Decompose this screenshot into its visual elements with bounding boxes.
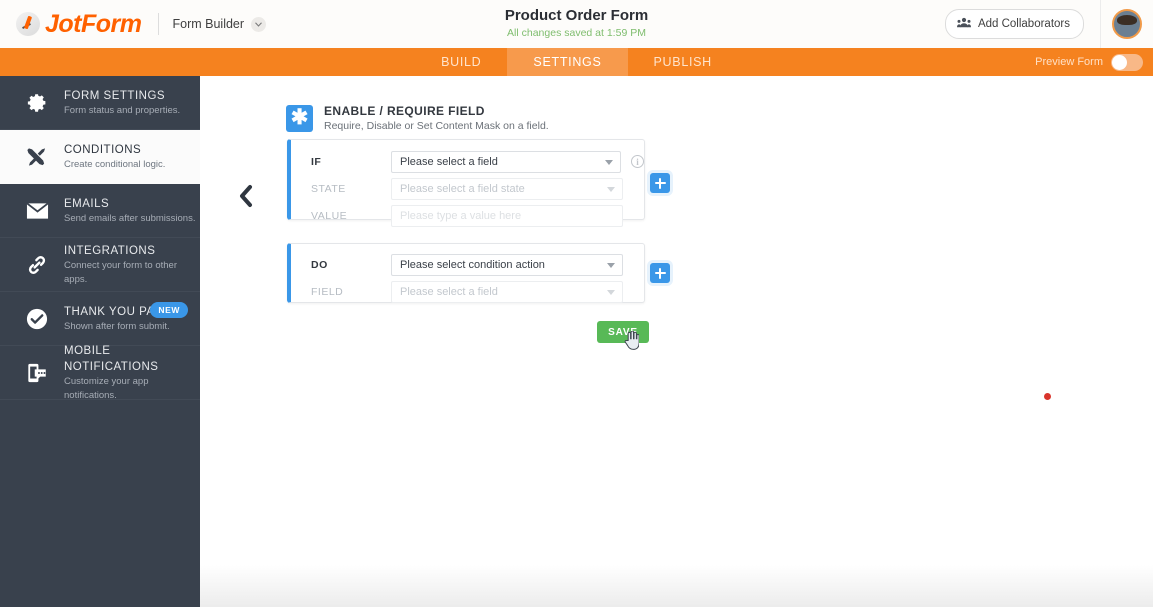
sidebar-item-emails[interactable]: EMAILS Send emails after submissions. [0,184,200,238]
state-select-value: Please select a field state [400,182,525,195]
sidebar-item-title: MOBILE NOTIFICATIONS [64,345,159,374]
tab-publish[interactable]: PUBLISH [628,48,738,76]
do-action-card: DO Please select condition action FIELD … [287,243,645,303]
value-row: VALUE Please type a value here [291,202,644,229]
sidebar-item-title: INTEGRATIONS [64,245,156,258]
value-label: VALUE [311,209,348,222]
sidebar-item-subtitle: Form status and properties. [64,104,181,116]
envelope-icon [22,202,52,220]
top-header-bar: JotForm Form Builder Product Order Form … [0,0,1153,48]
panel-title: ENABLE / REQUIRE FIELD [324,104,485,118]
header-divider [157,13,159,35]
chevron-down-icon [605,159,614,165]
panel-header: ✱ ENABLE / REQUIRE FIELD Require, Disabl… [286,104,549,132]
brand-name: JotForm [45,9,142,38]
conditions-content-area: ✱ ENABLE / REQUIRE FIELD Require, Disabl… [200,76,1153,607]
jotform-logo-icon [16,12,40,36]
value-input-placeholder: Please type a value here [400,209,522,222]
crossed-tools-icon [22,146,52,168]
sidebar-item-subtitle: Shown after form submit. [64,320,170,332]
value-input[interactable]: Please type a value here [391,204,623,227]
user-avatar[interactable] [1112,9,1142,39]
preview-form-label: Preview Form [1035,56,1103,68]
content-bottom-fade [200,565,1153,607]
chevron-down-icon [607,186,615,192]
sidebar-item-form-settings[interactable]: FORM SETTINGS Form status and properties… [0,76,200,130]
sidebar-item-title: EMAILS [64,197,110,210]
state-label: STATE [311,182,346,195]
panel-subtitle: Require, Disable or Set Content Mask on … [324,120,549,132]
panel-header-text: ENABLE / REQUIRE FIELD Require, Disable … [324,104,549,132]
people-group-icon [956,15,971,33]
field-row: FIELD Please select a field [291,278,644,305]
back-chevron-icon[interactable] [238,184,254,213]
chevron-down-icon [607,262,615,268]
sidebar-item-title: FORM SETTINGS [64,89,166,102]
sidebar-item-text: INTEGRATIONS Connect your form to other … [64,243,200,286]
sidebar-item-text: MOBILE NOTIFICATIONS Customize your app … [64,343,200,402]
settings-sidebar: FORM SETTINGS Form status and properties… [0,76,200,607]
check-circle-icon [22,308,52,330]
if-field-select[interactable]: Please select a field [391,150,622,173]
chevron-down-icon [607,289,615,295]
new-badge: NEW [150,302,188,318]
preview-form-toggle[interactable] [1111,53,1143,71]
gear-icon [22,92,52,113]
add-collaborators-label: Add Collaborators [977,18,1070,30]
chevron-down-icon[interactable] [251,16,267,32]
field-label: FIELD [311,285,344,298]
add-do-action-button[interactable] [650,263,670,283]
do-field-select-value: Please select a field [400,285,498,298]
sidebar-item-subtitle: Send emails after submissions. [64,212,196,224]
app-switcher-label: Form Builder [172,17,245,31]
sidebar-item-subtitle: Customize your app notifications. [64,376,149,401]
sidebar-item-subtitle: Connect your form to other apps. [64,260,177,285]
add-collaborators-button[interactable]: Add Collaborators [944,9,1084,39]
asterisk-glyph: ✱ [290,106,309,129]
do-action-select[interactable]: Please select condition action [391,253,623,276]
preview-form-group: Preview Form [1035,48,1143,76]
info-icon[interactable]: i [631,155,644,168]
jotform-form-builder-app: JotForm Form Builder Product Order Form … [0,0,1153,607]
red-dot-marker [1044,393,1051,400]
do-label: DO [311,258,328,271]
if-field-select-value: Please select a field [400,155,498,168]
main-nav-bar: BUILD SETTINGS PUBLISH Preview Form [0,48,1153,76]
header-right-divider [1100,0,1101,48]
sidebar-item-mobile-notifications[interactable]: MOBILE NOTIFICATIONS Customize your app … [0,343,200,402]
do-action-select-value: Please select condition action [400,258,545,271]
toggle-knob [1112,54,1127,70]
header-right-group: Add Collaborators [944,0,1153,48]
asterisk-icon: ✱ [286,104,313,132]
add-if-condition-button[interactable] [650,173,670,193]
sidebar-item-thank-you-page[interactable]: NEW THANK YOU PAGE Shown after form subm… [0,292,200,346]
sidebar-item-text: CONDITIONS Create conditional logic. [64,142,165,171]
save-button[interactable]: SAVE [597,321,649,343]
sidebar-item-title: CONDITIONS [64,144,142,157]
nav-tabs: BUILD SETTINGS PUBLISH [415,48,738,76]
brand-logo[interactable]: JotForm [0,9,142,38]
mobile-chat-icon [22,362,52,384]
sidebar-item-text: EMAILS Send emails after submissions. [64,196,195,225]
tab-build[interactable]: BUILD [415,48,507,76]
if-row: IF Please select a field i [291,148,644,175]
do-field-select[interactable]: Please select a field [391,280,623,303]
sidebar-item-subtitle: Create conditional logic. [64,159,166,171]
if-label: IF [311,155,322,168]
app-switcher[interactable]: Form Builder [172,16,267,32]
sidebar-item-integrations[interactable]: INTEGRATIONS Connect your form to other … [0,238,200,292]
sidebar-item-conditions[interactable]: CONDITIONS Create conditional logic. [0,130,200,184]
tab-settings[interactable]: SETTINGS [507,48,628,76]
state-row: STATE Please select a field state [291,175,644,202]
do-row: DO Please select condition action [291,251,644,278]
state-select[interactable]: Please select a field state [391,177,623,200]
chain-link-icon [22,254,52,276]
sidebar-item-text: FORM SETTINGS Form status and properties… [64,88,180,117]
if-condition-card: IF Please select a field i STATE Please … [287,139,645,227]
